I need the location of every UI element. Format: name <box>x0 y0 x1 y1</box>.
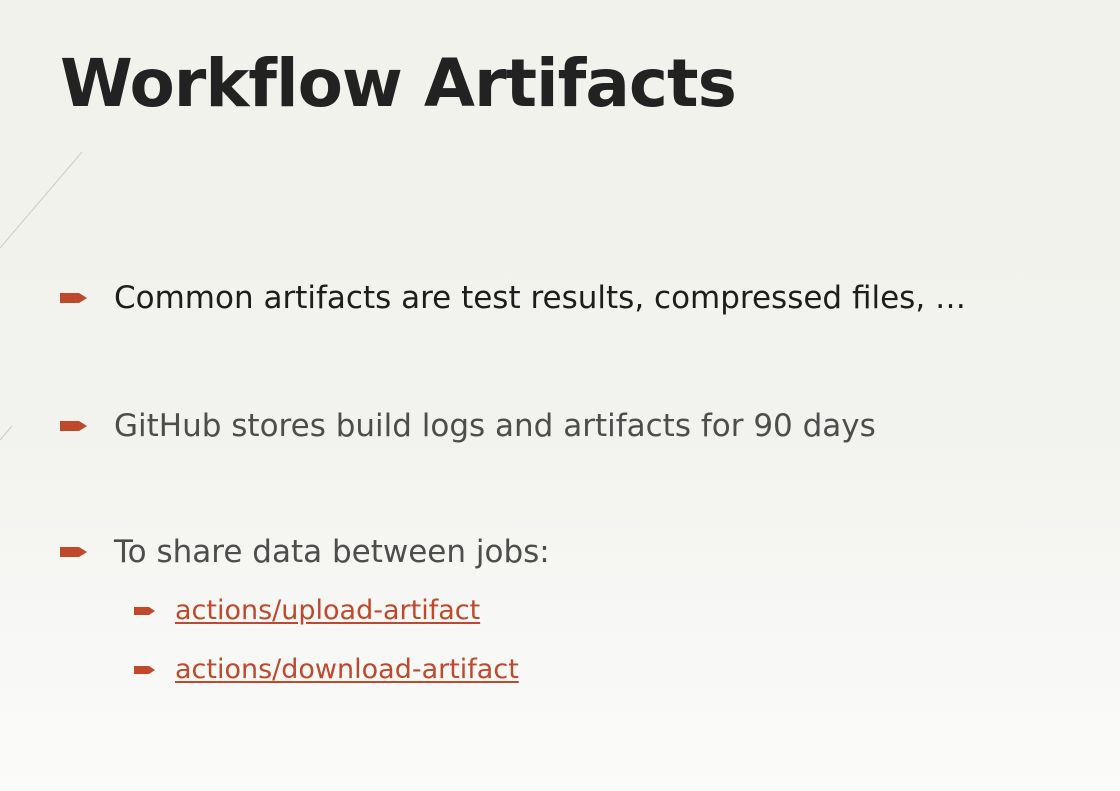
decorative-line-top <box>0 151 83 249</box>
slide-title: Workflow Artifacts <box>60 45 737 122</box>
presentation-slide: Workflow Artifacts Common artifacts are … <box>0 0 1120 791</box>
arrow-bullet-icon <box>134 607 155 615</box>
arrow-bullet-icon <box>60 421 87 431</box>
decorative-line-bottom <box>0 425 13 441</box>
sub-bullet-item-download: actions/download-artifact <box>134 651 519 689</box>
bullet-text: Common artifacts are test results, compr… <box>114 280 967 316</box>
upload-artifact-link[interactable]: actions/upload-artifact <box>175 592 480 630</box>
arrow-bullet-icon <box>134 666 155 674</box>
bullet-text: GitHub stores build logs and artifacts f… <box>114 408 876 444</box>
bullet-text: To share data between jobs: <box>114 534 550 570</box>
arrow-bullet-icon <box>60 547 87 557</box>
sub-bullet-item-upload: actions/upload-artifact <box>134 592 480 630</box>
bullet-item-share-data: To share data between jobs: <box>60 532 550 572</box>
bullet-item-common-artifacts: Common artifacts are test results, compr… <box>60 278 966 318</box>
arrow-bullet-icon <box>60 293 87 303</box>
download-artifact-link[interactable]: actions/download-artifact <box>175 651 519 689</box>
bullet-item-build-logs: GitHub stores build logs and artifacts f… <box>60 406 876 446</box>
